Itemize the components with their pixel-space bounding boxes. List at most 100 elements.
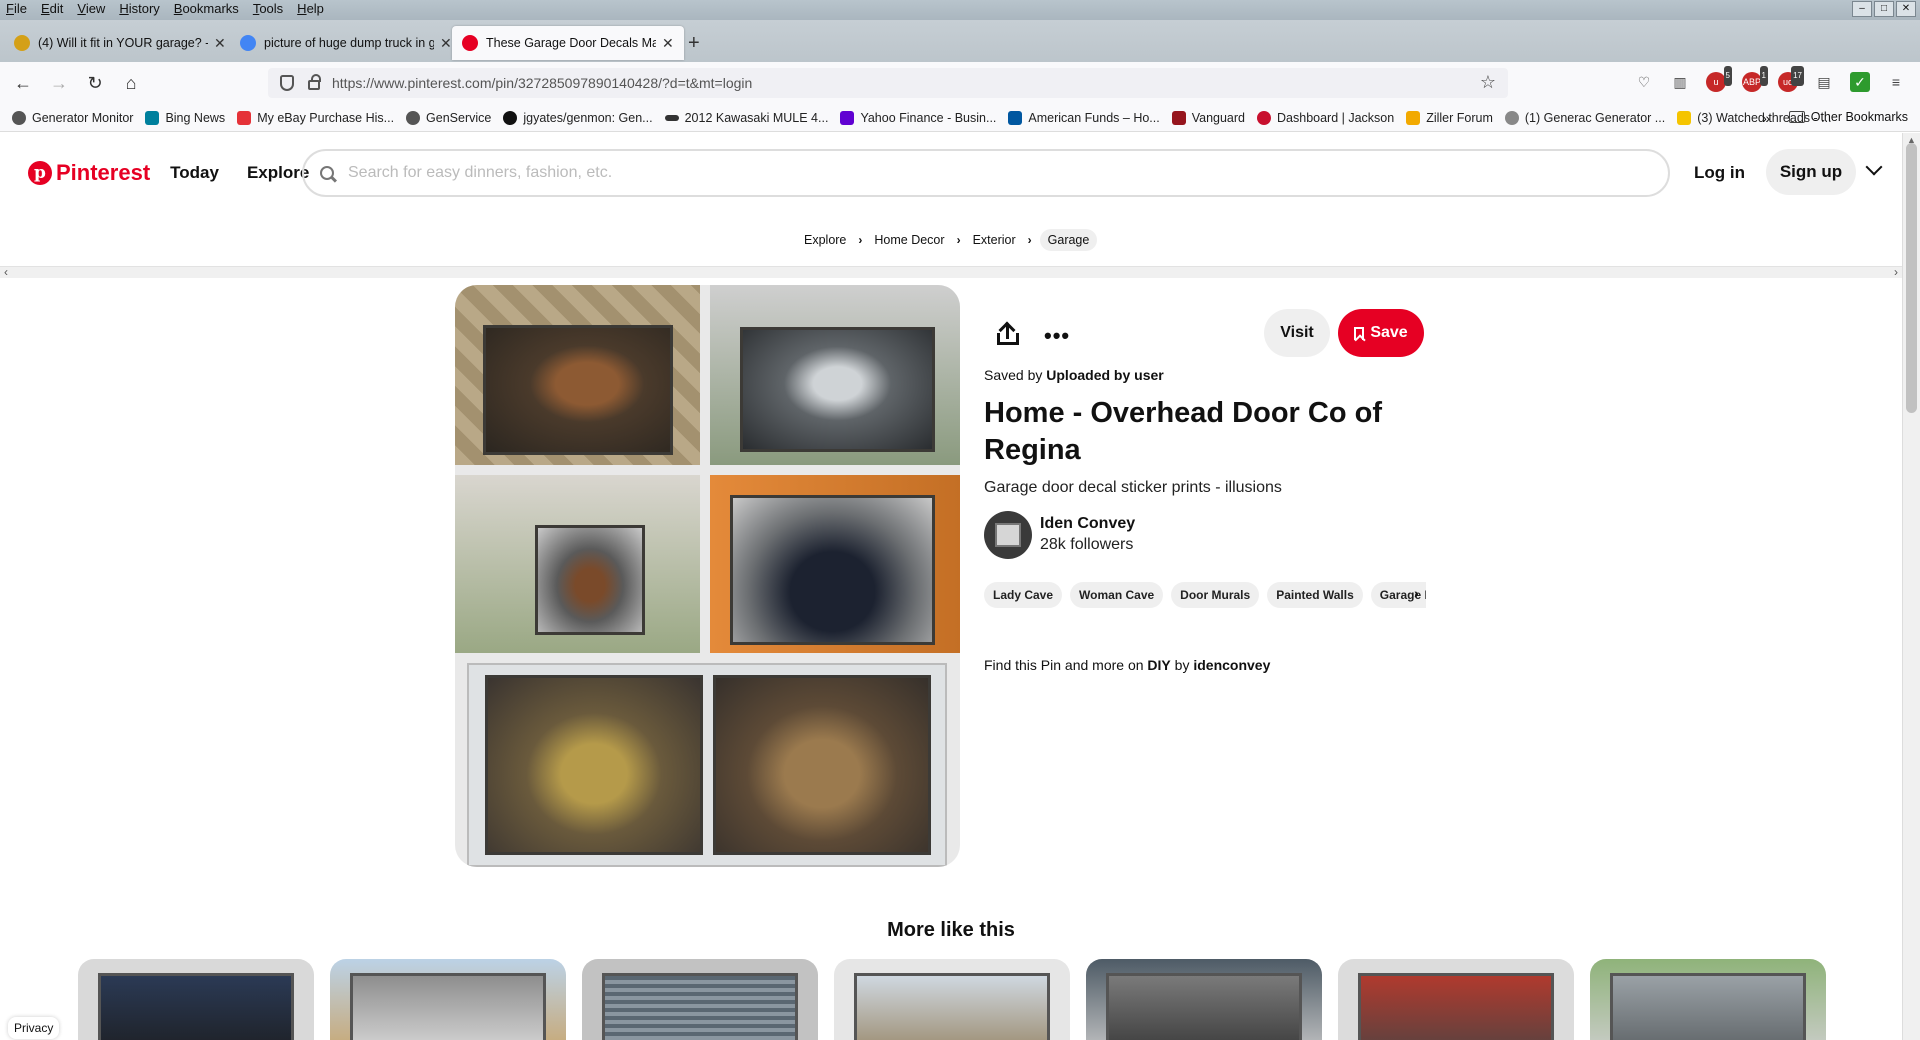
extension-badge: 1 <box>1759 66 1768 86</box>
chevron-down-icon[interactable] <box>1865 158 1883 176</box>
bookmark-vanguard[interactable]: Vanguard <box>1171 110 1245 125</box>
bookmark-ziller[interactable]: Ziller Forum <box>1406 110 1493 125</box>
breadcrumb-garage[interactable]: Garage <box>1039 229 1098 251</box>
privacy-link[interactable]: Privacy <box>8 1017 60 1039</box>
nav-explore[interactable]: Explore <box>247 163 309 183</box>
pinterest-logo[interactable]: p Pinterest <box>28 160 150 186</box>
reload-icon[interactable]: ↻ <box>82 70 108 96</box>
related-pin[interactable] <box>834 959 1070 1040</box>
scroll-left-icon[interactable]: ‹ <box>4 265 8 279</box>
home-icon[interactable]: ⌂ <box>118 70 144 96</box>
tab-garage-fit[interactable]: (4) Will it fit in YOUR garage? - ✕ <box>4 26 236 60</box>
page-viewport: p Pinterest Today Explore Log in Sign up… <box>0 133 1920 1040</box>
scroll-right-icon[interactable]: › <box>1894 265 1898 279</box>
tab-pinterest[interactable]: These Garage Door Decals Make ✕ <box>452 26 684 60</box>
garage-door-decal <box>730 495 935 645</box>
tag-chip[interactable]: Door Murals <box>1171 582 1260 608</box>
menu-edit[interactable]: Edit <box>41 1 63 16</box>
search-bar[interactable] <box>302 149 1670 197</box>
menu-bookmarks[interactable]: Bookmarks <box>174 1 239 16</box>
nav-today[interactable]: Today <box>170 163 219 183</box>
forward-icon[interactable]: → <box>46 70 72 96</box>
tag-chip[interactable]: Painted Walls <box>1267 582 1363 608</box>
pocket-icon[interactable]: ♡ <box>1634 72 1654 92</box>
bookmark-ebay[interactable]: My eBay Purchase His... <box>237 110 394 125</box>
new-tab-icon[interactable]: + <box>688 32 700 55</box>
breadcrumb-explore[interactable]: Explore <box>800 229 850 251</box>
checkmark-extension-icon[interactable]: ✓ <box>1850 72 1870 92</box>
url-text[interactable]: https://www.pinterest.com/pin/3272850978… <box>332 75 752 91</box>
bookmark-jackson[interactable]: Dashboard | Jackson <box>1257 110 1394 125</box>
chevron-right-icon: › <box>1027 233 1032 247</box>
url-bar[interactable]: https://www.pinterest.com/pin/3272850978… <box>268 68 1508 98</box>
avatar[interactable] <box>984 511 1032 559</box>
chevron-right-icon: › <box>858 233 863 247</box>
signup-button[interactable]: Sign up <box>1766 149 1856 195</box>
scrollbar-thumb[interactable] <box>1906 143 1917 413</box>
yahoo-icon <box>840 110 855 125</box>
bookmarks-overflow-icon[interactable]: » <box>1762 110 1770 126</box>
close-tab-icon[interactable]: ✕ <box>440 35 452 52</box>
pin-image[interactable] <box>455 285 960 867</box>
maximize-icon[interactable]: □ <box>1874 1 1894 17</box>
chevron-right-icon[interactable]: › <box>1414 585 1419 601</box>
garage-door-decal <box>485 675 703 855</box>
bookmark-yahoo-finance[interactable]: Yahoo Finance - Busin... <box>840 110 996 125</box>
menu-help[interactable]: Help <box>297 1 324 16</box>
minimize-icon[interactable]: – <box>1852 1 1872 17</box>
login-button[interactable]: Log in <box>1694 163 1745 183</box>
extension-icon[interactable]: uo 17 <box>1778 66 1804 92</box>
board-link[interactable]: DIY <box>1147 657 1170 673</box>
back-icon[interactable]: ← <box>10 70 36 96</box>
bookmark-american-funds[interactable]: American Funds – Ho... <box>1008 110 1160 125</box>
library-icon[interactable]: ▥ <box>1670 72 1690 92</box>
related-pins-grid <box>78 959 1826 1040</box>
related-pin[interactable] <box>78 959 314 1040</box>
menu-tools[interactable]: Tools <box>253 1 283 16</box>
related-pin[interactable] <box>330 959 566 1040</box>
adblock-icon[interactable]: ABP 1 <box>1742 66 1768 92</box>
tag-chip[interactable]: Woman Cave <box>1070 582 1164 608</box>
other-bookmarks[interactable]: Other Bookmarks <box>1788 110 1908 124</box>
save-button[interactable]: Save <box>1338 309 1424 357</box>
horizontal-scrollbar[interactable]: ‹ › <box>0 265 1902 279</box>
related-pin[interactable] <box>1086 959 1322 1040</box>
bookmark-generac[interactable]: (1) Generac Generator ... <box>1504 110 1665 125</box>
close-tab-icon[interactable]: ✕ <box>214 35 226 52</box>
more-options-icon[interactable]: ••• <box>1044 323 1070 349</box>
bookmark-kawasaki[interactable]: 2012 Kawasaki MULE 4... <box>664 111 828 125</box>
bookmark-genservice[interactable]: GenService <box>406 110 491 125</box>
bookmark-bing-news[interactable]: Bing News <box>145 110 225 125</box>
related-pin[interactable] <box>1338 959 1574 1040</box>
pinterest-logo-icon: p <box>28 161 52 185</box>
menu-file[interactable]: File <box>6 1 27 16</box>
bookmark-generator-monitor[interactable]: Generator Monitor <box>12 110 133 125</box>
board-owner-link[interactable]: idenconvey <box>1193 657 1270 673</box>
house-garage-door-photo <box>455 475 700 653</box>
visit-button[interactable]: Visit <box>1264 309 1330 357</box>
ublock-icon[interactable]: u5 <box>1706 66 1732 92</box>
tab-google-search[interactable]: picture of huge dump truck in g ✕ <box>230 26 462 60</box>
close-icon[interactable]: ✕ <box>1896 1 1916 17</box>
lock-icon[interactable] <box>308 74 321 90</box>
related-pin[interactable] <box>582 959 818 1040</box>
related-pin[interactable] <box>1590 959 1826 1040</box>
breadcrumb-exterior[interactable]: Exterior <box>969 229 1020 251</box>
hamburger-menu-icon[interactable]: ≡ <box>1886 72 1906 92</box>
creator-name[interactable]: Iden Convey <box>1040 515 1135 533</box>
search-input[interactable] <box>348 164 1548 182</box>
share-icon[interactable] <box>996 323 1020 347</box>
pin-description: Garage door decal sticker prints - illus… <box>984 479 1282 496</box>
tracking-shield-icon[interactable] <box>280 75 294 91</box>
breadcrumb-home-decor[interactable]: Home Decor <box>870 229 948 251</box>
horse-garage-door-photo <box>455 285 700 465</box>
vertical-scrollbar[interactable]: ▲ <box>1902 133 1920 1040</box>
bookmark-star-icon[interactable]: ☆ <box>1480 72 1496 93</box>
google-favicon-icon <box>240 35 256 51</box>
bookmark-genmon[interactable]: jgyates/genmon: Gen... <box>503 110 653 125</box>
close-tab-icon[interactable]: ✕ <box>662 35 674 52</box>
tag-chip[interactable]: Lady Cave <box>984 582 1063 608</box>
menu-view[interactable]: View <box>77 1 105 16</box>
reader-icon[interactable]: ▤ <box>1814 72 1834 92</box>
menu-history[interactable]: History <box>119 1 159 16</box>
